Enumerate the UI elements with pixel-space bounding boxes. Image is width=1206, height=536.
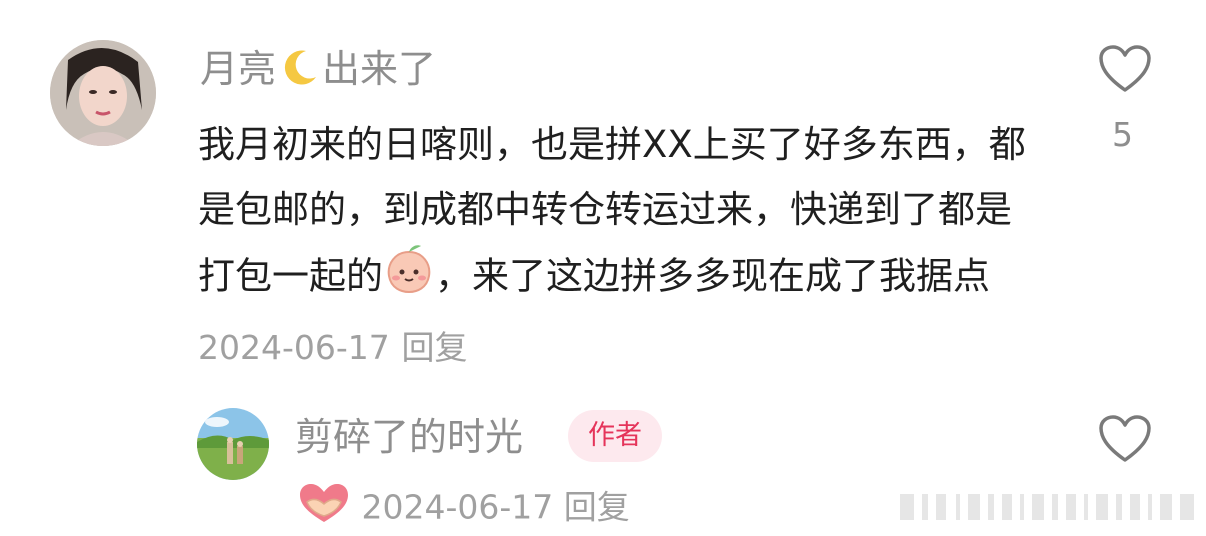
comment-text-part2: ，来了这边拼多多现在成了我据点 xyxy=(435,254,990,298)
author-badge: 作者 xyxy=(568,410,662,462)
heart-hands-icon xyxy=(297,482,351,536)
like-count: 5 xyxy=(1112,115,1133,154)
reply-meta: 2024-06-17 回复 xyxy=(297,482,630,536)
commenter-name[interactable]: 月亮 出来了 xyxy=(200,46,436,97)
comment-body: 我月初来的日喀则，也是拼XX上买了好多东西，都是包邮的，到成都中转仓转运过来，快… xyxy=(198,112,1048,380)
commenter-name-part2: 出来了 xyxy=(322,47,437,91)
reply-author-avatar[interactable] xyxy=(197,408,269,480)
watermark-decoration xyxy=(900,490,1200,524)
reply-date: 2024-06-17 xyxy=(361,487,554,527)
reply-like-heart-icon[interactable] xyxy=(1097,414,1153,464)
commenter-name-part1: 月亮 xyxy=(200,47,277,91)
commenter-avatar[interactable] xyxy=(50,40,156,146)
reply-reply-button[interactable]: 回复 xyxy=(564,488,630,527)
comment-reply-button[interactable]: 回复 xyxy=(402,328,468,367)
comment-date: 2024-06-17 xyxy=(198,328,390,367)
like-heart-icon[interactable] xyxy=(1097,44,1153,94)
reply-author-name[interactable]: 剪碎了的时光 xyxy=(295,414,523,460)
peach-face-icon xyxy=(383,242,435,314)
crescent-moon-icon xyxy=(276,47,322,97)
